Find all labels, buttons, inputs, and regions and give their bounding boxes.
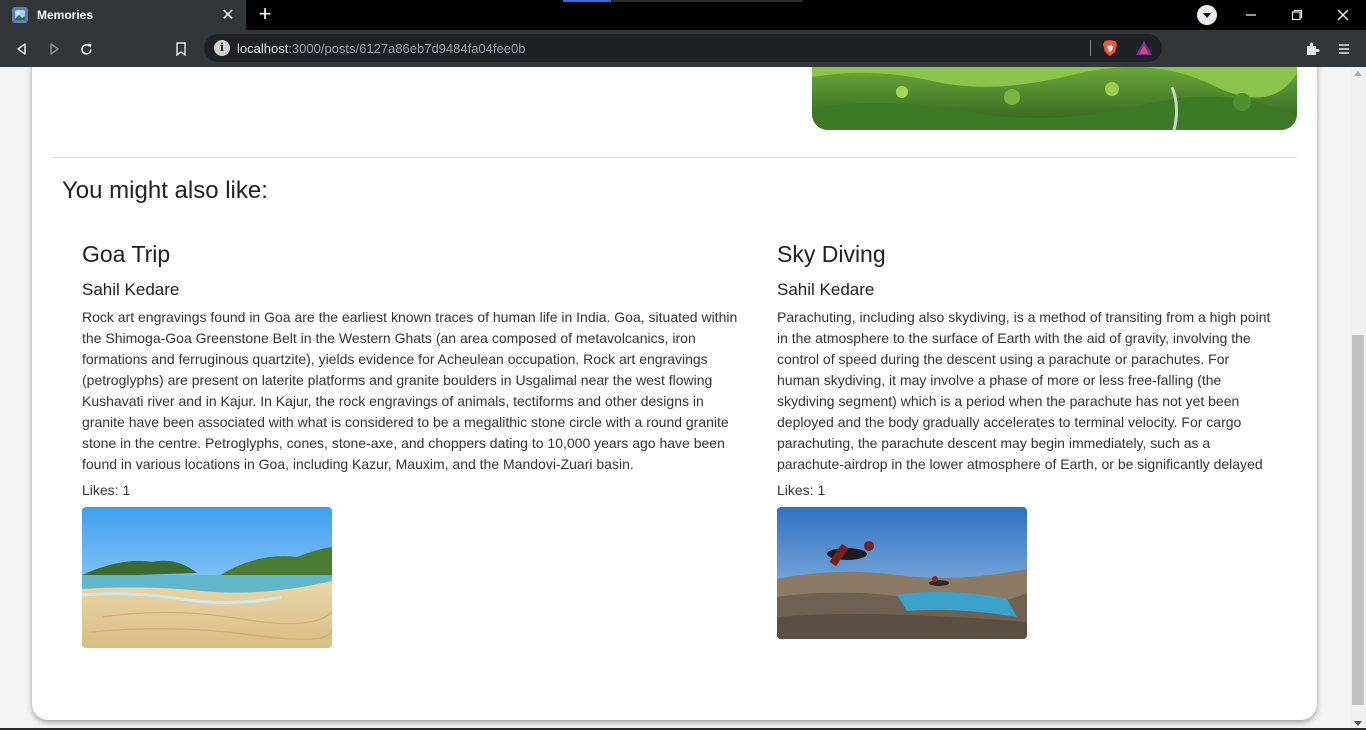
recommended-post-card[interactable]: Goa Trip Sahil Kedare Rock art engraving…	[82, 240, 742, 648]
recommended-post-image	[82, 507, 332, 648]
brave-rewards-icon[interactable]	[1135, 40, 1153, 61]
close-window-icon[interactable]	[1320, 0, 1366, 30]
recommended-post-message: Rock art engravings found in Goa are the…	[82, 309, 738, 472]
info-icon[interactable]: i	[214, 40, 230, 56]
tab-title: Memories	[37, 8, 94, 22]
restore-icon[interactable]	[1274, 0, 1320, 30]
recommended-post-author: Sahil Kedare	[777, 280, 875, 299]
tab-strip: Memories ✕ +	[0, 0, 1366, 30]
bookmark-icon[interactable]	[168, 36, 194, 62]
recommended-post-image	[777, 507, 1027, 639]
recommended-post-message: Parachuting, including also skydiving, i…	[777, 309, 1271, 472]
scroll-down-icon[interactable]	[1354, 721, 1362, 726]
loading-bar	[563, 0, 803, 2]
omnibox-separator	[1090, 40, 1091, 56]
recommended-post-title: Goa Trip	[82, 241, 171, 267]
url-path: :3000/posts/6127a86eb7d9484fa04fee0b	[288, 41, 526, 56]
recommended-post-likes: Likes: 1	[777, 482, 826, 498]
menu-icon[interactable]	[1331, 36, 1357, 62]
minimize-icon[interactable]	[1228, 0, 1274, 30]
recommended-post-likes: Likes: 1	[82, 482, 131, 498]
recommended-section-title: You might also like:	[62, 177, 268, 204]
recommended-post-card[interactable]: Sky Diving Sahil Kedare Parachuting, inc…	[777, 240, 1272, 639]
scrollbar-thumb[interactable]	[1352, 335, 1364, 705]
page-viewport: ming You might also like: Goa Trip Sahil…	[0, 67, 1350, 730]
tab-close-icon[interactable]: ✕	[220, 5, 236, 25]
recommended-post-author: Sahil Kedare	[82, 280, 180, 299]
memories-favicon	[12, 7, 28, 23]
profile-icon[interactable]	[1197, 5, 1217, 25]
url-host: localhost	[237, 41, 289, 56]
address-bar[interactable]: i localhost:3000/posts/6127a86eb7d9484fa…	[204, 34, 1162, 62]
recommended-post-title: Sky Diving	[777, 241, 886, 267]
brave-shields-icon[interactable]	[1102, 39, 1118, 62]
post-message-tail: ming	[85, 67, 165, 69]
reload-icon[interactable]	[73, 36, 99, 62]
scroll-up-icon[interactable]	[1354, 71, 1362, 76]
divider	[51, 157, 1297, 158]
forward-icon[interactable]	[41, 36, 67, 62]
tab-memories[interactable]: Memories ✕	[0, 0, 246, 30]
url-text[interactable]: localhost:3000/posts/6127a86eb7d9484fa04…	[237, 41, 525, 56]
extensions-icon[interactable]	[1299, 36, 1325, 62]
new-tab-button[interactable]: +	[254, 3, 276, 26]
page-scrollbar[interactable]	[1350, 67, 1366, 730]
post-image	[812, 67, 1297, 130]
back-icon[interactable]	[9, 36, 35, 62]
loading-bar-fill	[563, 0, 611, 2]
